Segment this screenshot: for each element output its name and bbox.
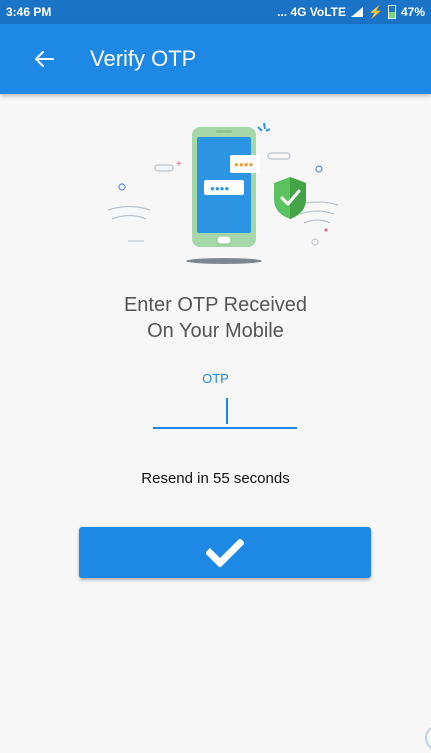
phone-otp-shield-illustration: + ●●●● ●●●● (100, 115, 340, 275)
svg-text:+: + (176, 159, 182, 170)
otp-input[interactable] (153, 395, 297, 429)
svg-text:●●●●: ●●●● (210, 184, 229, 193)
text-cursor (226, 398, 228, 424)
resend-countdown: Resend in 55 seconds (141, 470, 290, 487)
instruction-line-1: Enter OTP Received (123, 294, 308, 316)
arrow-left-icon (35, 51, 54, 67)
battery-level: 47% (400, 5, 425, 19)
signal-icon (351, 7, 364, 17)
verify-submit-button[interactable] (79, 527, 371, 578)
status-time: 3:46 PM (6, 5, 52, 19)
status-indicators: ... 4G VoLTE ⚡ 47% (277, 5, 425, 19)
back-button[interactable] (32, 47, 56, 71)
charging-icon: ⚡ (368, 5, 383, 19)
page-title: Verify OTP (90, 46, 197, 71)
floating-button[interactable] (425, 725, 431, 751)
otp-label: OTP (202, 371, 229, 386)
svg-text:●●●●: ●●●● (234, 160, 253, 169)
status-bar: 3:46 PM ... 4G VoLTE ⚡ 47% (0, 0, 431, 24)
instruction-line-2: On Your Mobile (147, 320, 284, 342)
app-bar: Verify OTP (0, 24, 431, 94)
network-status: ... 4G VoLTE (277, 5, 347, 19)
checkmark-icon (206, 538, 244, 567)
instruction-heading: Enter OTP Received On Your Mobile (0, 292, 431, 344)
battery-icon (387, 5, 396, 19)
